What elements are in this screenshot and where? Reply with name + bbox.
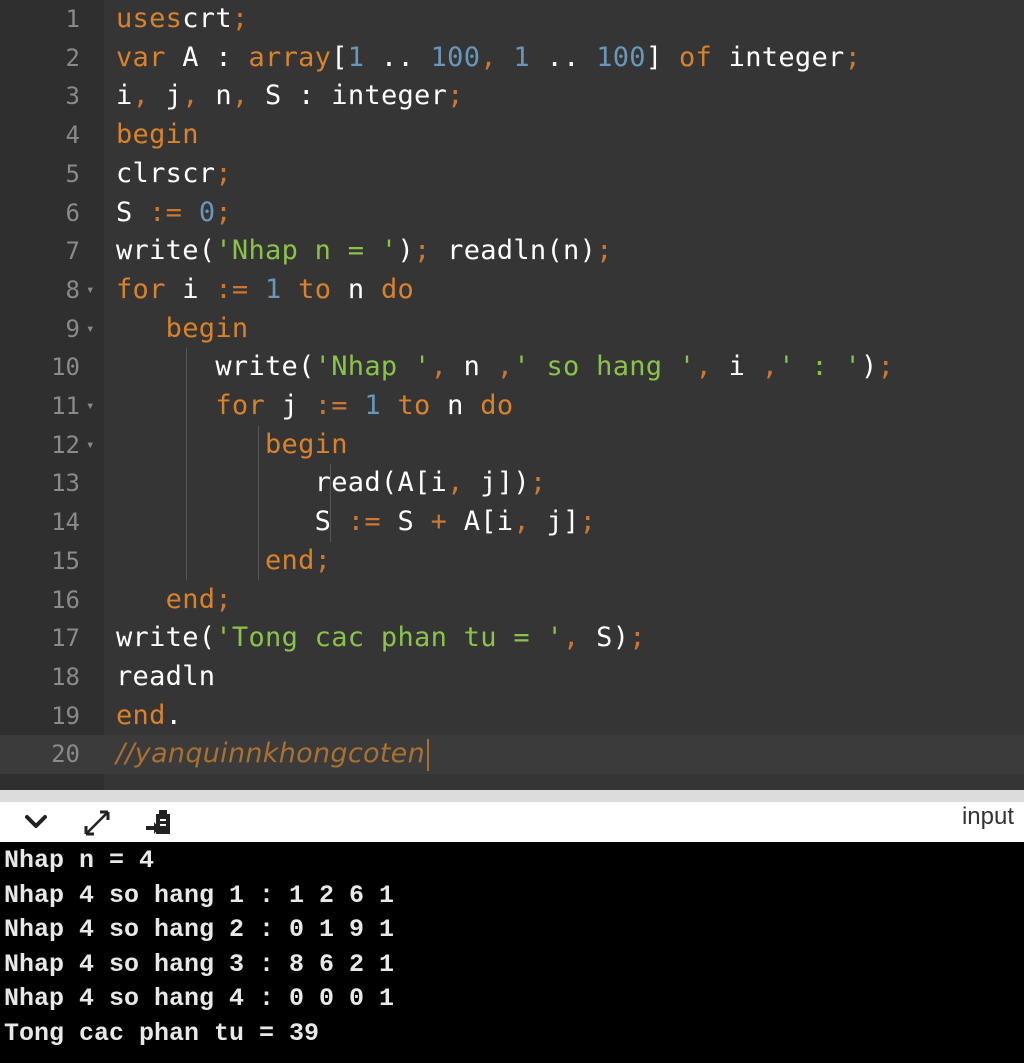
expand-icon[interactable] [82,808,112,844]
code-line-19[interactable]: 19 end. [0,697,1024,736]
code-line-1[interactable]: 1 usescrt; [0,0,1024,39]
line-number: 15 [51,546,80,575]
line-number: 17 [51,624,80,653]
code-text[interactable]: for j := 1 to n do [116,387,513,426]
line-number: 2 [65,43,80,72]
console-output-line: Nhap 4 so hang 4 : 0 0 0 1 [4,984,395,1014]
code-text[interactable]: S := S + A[i, j]; [116,503,596,542]
indent-guide [330,464,331,542]
line-number: 5 [65,159,80,188]
fold-arrow-icon[interactable]: ▾ [86,271,94,310]
text-cursor [427,738,429,771]
line-number: 13 [51,469,80,498]
line-number: 18 [51,662,80,691]
code-line-3[interactable]: 3 i, j, n, S : integer; [0,77,1024,116]
code-text[interactable]: for i := 1 to n do [116,271,414,310]
line-number: 14 [51,508,80,537]
code-line-2[interactable]: 2 var A : array[1 .. 100, 1 .. 100] of in… [0,39,1024,78]
line-number: 6 [65,198,80,227]
fold-arrow-icon[interactable]: ▾ [86,310,94,349]
line-number: 10 [51,353,80,382]
code-line-12[interactable]: 12 ▾ begin [0,426,1024,465]
line-number: 3 [65,82,80,111]
code-text[interactable]: end. [116,697,182,736]
code-text[interactable]: usescrt; [116,0,248,39]
code-line-16[interactable]: 16 end; [0,581,1024,620]
code-text[interactable]: var A : array[1 .. 100, 1 .. 100] of int… [116,39,861,78]
code-line-4[interactable]: 4 begin [0,116,1024,155]
console-output-line: Nhap 4 so hang 1 : 1 2 6 1 [4,880,395,910]
code-text[interactable]: readln [116,658,215,697]
code-text[interactable]: write('Tong cac phan tu = ', S); [116,619,646,658]
indent-guide [186,348,187,580]
indent-guide [258,426,259,580]
code-line-10[interactable]: 10 write('Nhap ', n ,' so hang ', i ,' :… [0,348,1024,387]
code-line-7[interactable]: 7 write('Nhap n = '); readln(n); [0,232,1024,271]
code-text[interactable]: begin [116,116,199,155]
code-text[interactable]: read(A[i, j]); [116,464,547,503]
line-number: 4 [65,121,80,150]
code-line-5[interactable]: 5 clrscr; [0,155,1024,194]
line-number: 8 [65,275,80,304]
input-label[interactable]: input [962,802,1014,832]
console-output-line: Nhap 4 so hang 3 : 8 6 2 1 [4,949,395,979]
line-number: 19 [51,701,80,730]
code-text[interactable]: //yanquinnkhongcoten [116,735,429,774]
fold-arrow-icon[interactable]: ▾ [86,387,94,426]
code-text[interactable]: S := 0; [116,194,232,233]
chevron-down-icon[interactable] [22,808,50,842]
code-line-6[interactable]: 6 S := 0; [0,194,1024,233]
code-text[interactable]: write('Nhap ', n ,' so hang ', i ,' : ')… [116,348,894,387]
code-text[interactable]: clrscr; [116,155,232,194]
console-output: Nhap n = 4 Nhap 4 so hang 1 : 1 2 6 1 Nhap… [0,842,1024,1063]
console-output-line: Tong cac phan tu = 39 [4,1019,320,1048]
code-text[interactable]: write('Nhap n = '); readln(n); [116,232,613,271]
code-line-9[interactable]: 9 ▾ begin [0,310,1024,349]
clear-console-icon[interactable] [144,808,176,844]
code-text[interactable]: i, j, n, S : integer; [116,77,464,116]
code-line-15[interactable]: 15 end; [0,542,1024,581]
code-text[interactable]: begin [116,310,248,349]
console-toolbar: input [0,802,1024,842]
code-line-17[interactable]: 17 write('Tong cac phan tu = ', S); [0,619,1024,658]
line-number: 9 [65,314,80,343]
code-line-18[interactable]: 18 readln [0,658,1024,697]
panel-splitter[interactable] [0,790,1024,802]
line-number: 7 [65,237,80,266]
code-line-14[interactable]: 14 S := S + A[i, j]; [0,503,1024,542]
code-text[interactable]: end; [116,542,331,581]
line-number: 20 [51,740,80,769]
code-text[interactable]: begin [116,426,348,465]
code-line-13[interactable]: 13 read(A[i, j]); [0,464,1024,503]
code-editor[interactable]: 1 usescrt; 2 var A : array[1 .. 100, 1 .. 1… [0,0,1024,790]
code-line-20[interactable]: 20 //yanquinnkhongcoten [0,735,1024,774]
console-output-line: Nhap 4 so hang 2 : 0 1 9 1 [4,915,395,945]
fold-arrow-icon[interactable]: ▾ [86,426,94,465]
code-text[interactable]: end; [116,581,232,620]
line-number: 11 [51,392,80,420]
code-line-11[interactable]: 11 ▾ for j := 1 to n do [0,387,1024,426]
console-output-line: Nhap n = 4 [4,846,155,875]
code-line-8[interactable]: 8 ▾ for i := 1 to n do [0,271,1024,310]
line-number: 12 [51,430,80,459]
line-number: 1 [65,5,80,33]
line-number: 16 [51,585,80,614]
